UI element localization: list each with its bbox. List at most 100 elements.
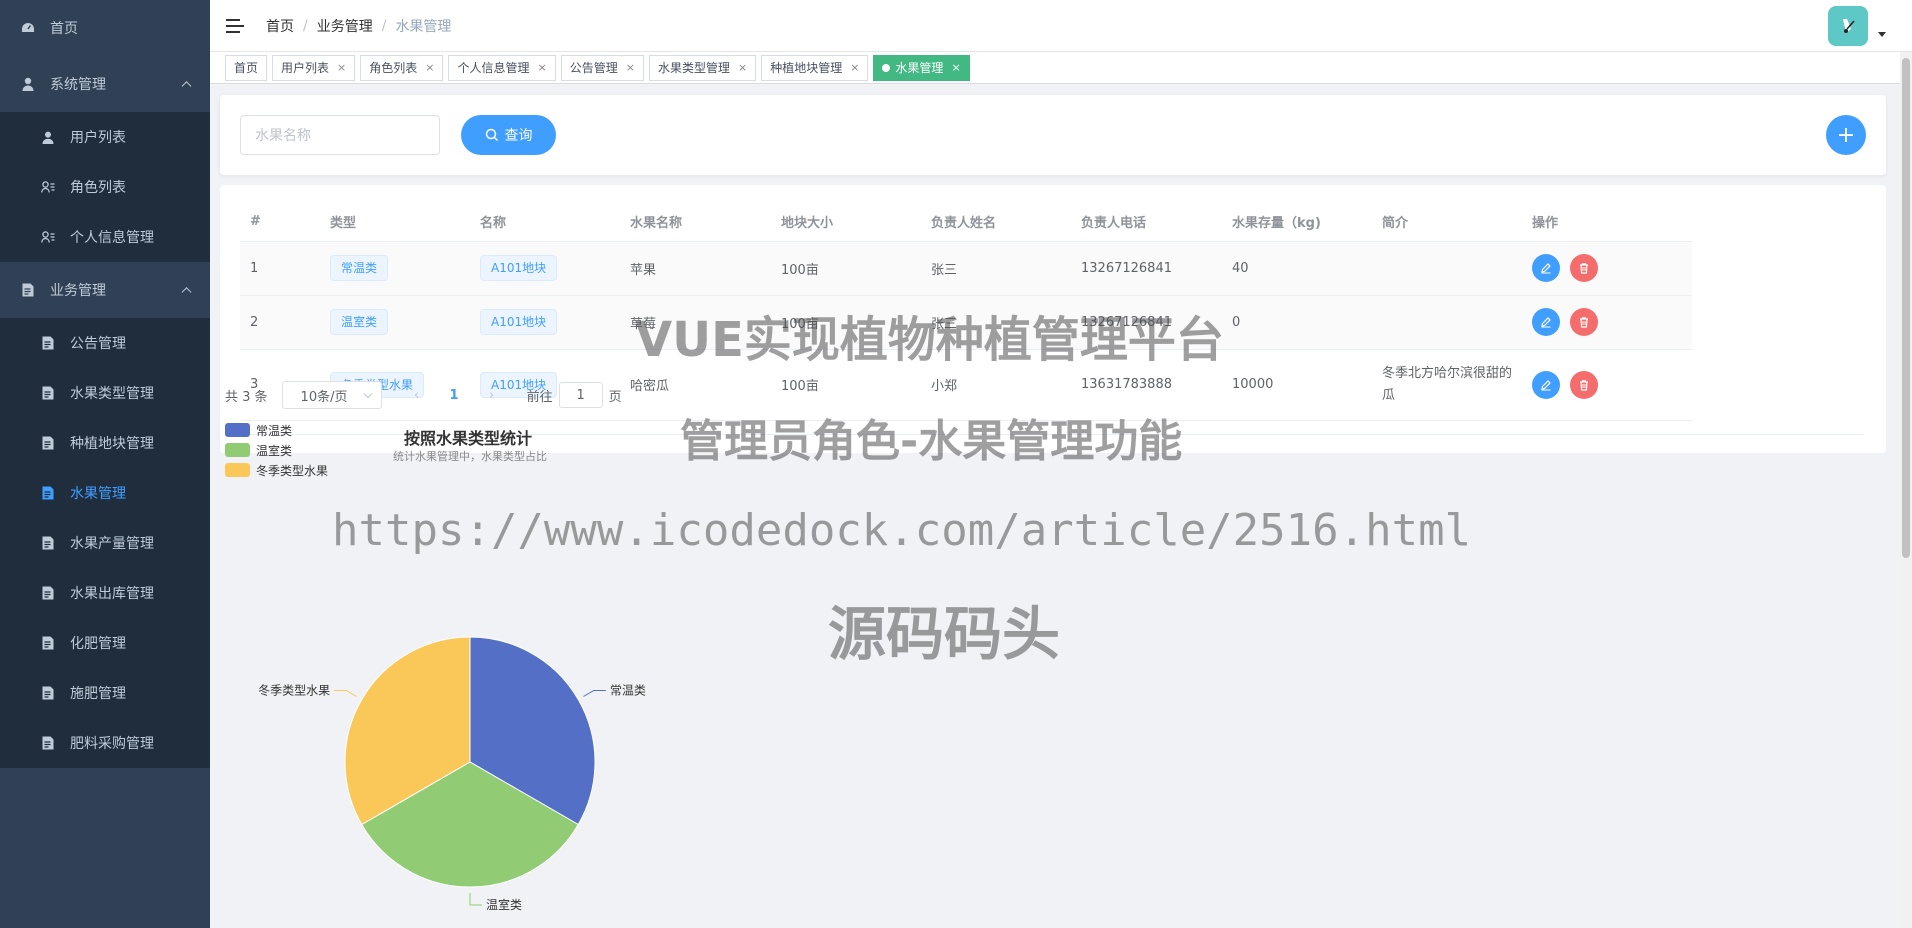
type-tag: 常温类 [330, 255, 389, 281]
tag-label: 角色列表 [369, 61, 418, 75]
sidebar-item-label: 业务管理 [50, 283, 106, 299]
sidebar-item-home[interactable]: 首页 [0, 0, 210, 56]
document-icon [40, 435, 56, 451]
tag-fruit-type[interactable]: 水果类型管理 × [648, 54, 757, 81]
pagination: 共 3 条 10条/页 ‹ 1 › 前往 1 页 [225, 381, 622, 409]
tag-profile[interactable]: 个人信息管理 × [448, 54, 556, 81]
table-header: 负责人姓名 [921, 202, 1071, 242]
close-icon[interactable]: × [425, 61, 434, 74]
document-icon [40, 485, 56, 501]
sidebar-item-label: 首页 [50, 21, 78, 37]
sidebar-item-user-list[interactable]: 用户列表 [0, 112, 210, 162]
add-button[interactable]: + [1826, 115, 1866, 155]
sidebar-item-plot[interactable]: 种植地块管理 [0, 418, 210, 468]
hamburger-icon[interactable] [226, 18, 244, 33]
cell-intro [1372, 295, 1522, 350]
pie-chart: 常温类 温室类 冬季类型水果 按照水果类型统计 统计水果管理中，水果类型占比 常… [210, 420, 910, 928]
document-icon [40, 335, 56, 351]
prev-page-button[interactable]: ‹ [402, 388, 432, 403]
sidebar: 首页 系统管理 用户列表 角色列表 个人信息管理 业务管理 公告管理 水果类型管… [0, 0, 210, 928]
watermark-line3: https://www.icodedock.com/article/2516.h… [332, 505, 1472, 556]
cell-index: 1 [240, 241, 320, 296]
tag-label: 水果管理 [895, 61, 944, 75]
page-number[interactable]: 1 [450, 388, 459, 403]
breadcrumb-current: 水果管理 [395, 18, 452, 35]
search-icon [485, 128, 498, 142]
trash-icon [1580, 317, 1589, 328]
table-header: 名称 [470, 202, 620, 242]
watermark-line1: VUE实现植物种植管理平台 [635, 312, 1224, 368]
label-line [334, 690, 357, 697]
sidebar-item-fruit[interactable]: 水果管理 [0, 468, 210, 518]
sidebar-item-label: 水果产量管理 [70, 536, 154, 552]
tag-role-list[interactable]: 角色列表 × [360, 54, 444, 81]
page-size-select[interactable]: 10条/页 [281, 381, 382, 409]
scrollbar[interactable] [1900, 52, 1912, 928]
caret-down-icon[interactable] [1878, 32, 1886, 37]
sidebar-item-outbound[interactable]: 水果出库管理 [0, 568, 210, 618]
tag-home[interactable]: 首页 [225, 54, 268, 81]
sidebar-item-notice[interactable]: 公告管理 [0, 318, 210, 368]
avatar[interactable] [1828, 6, 1868, 46]
edit-icon [1541, 263, 1551, 274]
sidebar-item-purchase[interactable]: 肥料采购管理 [0, 718, 210, 768]
document-icon [20, 282, 36, 298]
close-icon[interactable]: × [337, 61, 346, 74]
breadcrumb-business[interactable]: 业务管理 [317, 16, 373, 36]
table-header: 地块大小 [771, 202, 921, 242]
tag-user-list[interactable]: 用户列表 × [272, 54, 356, 81]
document-icon [40, 635, 56, 651]
user-list-icon [40, 229, 56, 245]
document-icon [40, 585, 56, 601]
close-icon[interactable]: × [951, 61, 960, 74]
table-row: 1 常温类 A101地块 苹果 100亩 张三 13267126841 40 [240, 241, 1692, 296]
delete-button[interactable] [1570, 254, 1599, 282]
sidebar-item-yield[interactable]: 水果产量管理 [0, 518, 210, 568]
sidebar-item-fertilizing[interactable]: 施肥管理 [0, 668, 210, 718]
sidebar-item-label: 水果类型管理 [70, 386, 154, 402]
edit-button[interactable] [1532, 308, 1560, 336]
close-icon[interactable]: × [626, 61, 635, 74]
close-icon[interactable]: × [538, 61, 547, 74]
trash-icon [1580, 263, 1589, 274]
plot-tag: A101地块 [480, 255, 558, 281]
close-icon[interactable]: × [738, 61, 747, 74]
next-page-button[interactable]: › [477, 388, 507, 403]
navbar: 首页 / 业务管理 / 水果管理 [210, 0, 1912, 52]
edit-button[interactable] [1532, 254, 1560, 282]
watermark-line4: 源码码头 [828, 600, 1061, 668]
search-input[interactable]: 水果名称 [240, 115, 440, 155]
breadcrumb-home[interactable]: 首页 [266, 16, 294, 36]
sidebar-item-system[interactable]: 系统管理 [0, 56, 210, 112]
sidebar-item-business[interactable]: 业务管理 [0, 262, 210, 318]
sidebar-item-profile[interactable]: 个人信息管理 [0, 212, 210, 262]
delete-button[interactable] [1570, 370, 1599, 399]
sidebar-item-label: 用户列表 [70, 130, 126, 146]
sidebar-item-label: 个人信息管理 [70, 230, 154, 246]
search-button[interactable]: 查询 [461, 115, 556, 155]
cell-stock: 10000 [1222, 349, 1372, 421]
delete-button[interactable] [1570, 308, 1599, 336]
edit-button[interactable] [1532, 370, 1560, 399]
sidebar-item-fruit-type[interactable]: 水果类型管理 [0, 368, 210, 418]
sidebar-item-fertilizer[interactable]: 化肥管理 [0, 618, 210, 668]
cell-intro [1372, 241, 1522, 296]
table-header: 水果名称 [620, 202, 771, 242]
tag-plot[interactable]: 种植地块管理 × [761, 54, 869, 81]
tag-notice[interactable]: 公告管理 × [560, 54, 644, 81]
scrollbar-thumb[interactable] [1902, 58, 1910, 558]
label-line [469, 893, 482, 906]
sidebar-item-label: 公告管理 [70, 336, 126, 352]
sidebar-item-label: 水果管理 [70, 486, 126, 502]
table-header: 负责人电话 [1071, 202, 1222, 242]
sidebar-item-label: 水果出库管理 [70, 586, 154, 602]
table-header: 类型 [320, 202, 470, 242]
sidebar-item-role-list[interactable]: 角色列表 [0, 162, 210, 212]
close-icon[interactable]: × [850, 61, 859, 74]
cell-owner: 张三 [921, 241, 1071, 296]
tag-fruit[interactable]: 水果管理 × [873, 54, 970, 81]
search-button-label: 查询 [504, 128, 533, 144]
goto-input[interactable]: 1 [558, 382, 603, 408]
table-header: 简介 [1372, 202, 1522, 242]
edit-icon [1541, 317, 1551, 328]
